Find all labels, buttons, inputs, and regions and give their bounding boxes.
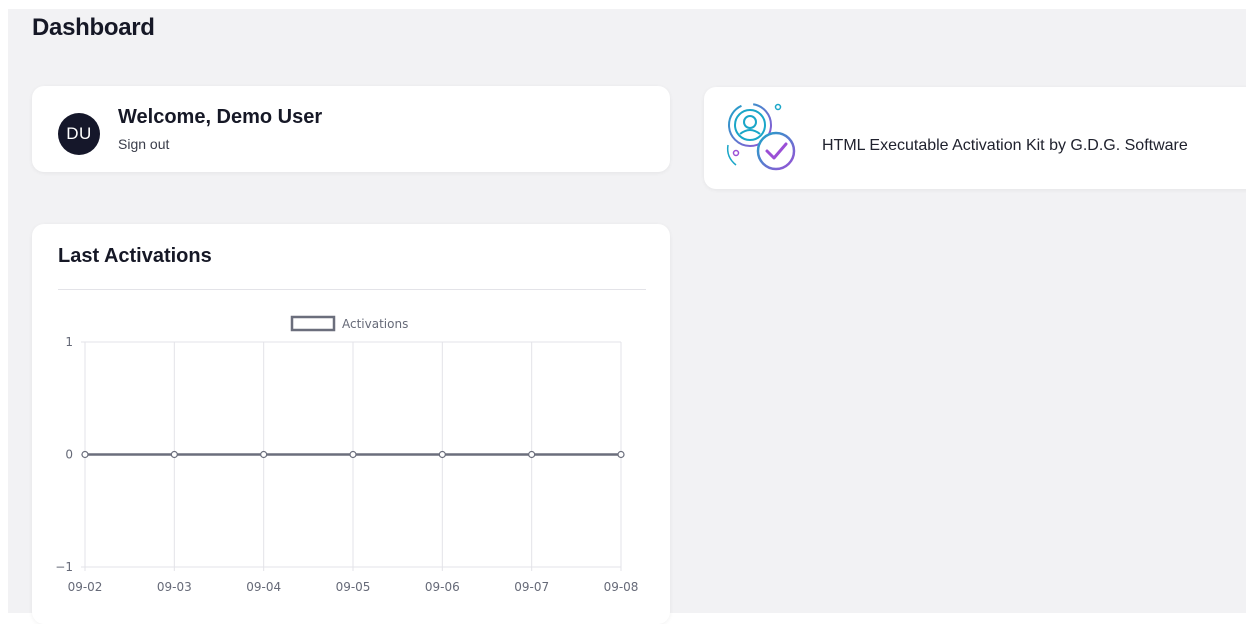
x-tick-label: 09-03 — [157, 580, 192, 594]
sign-out-link[interactable]: Sign out — [118, 136, 169, 152]
avatar: DU — [58, 113, 100, 155]
y-tick-label: 0 — [65, 448, 73, 462]
x-tick-label: 09-05 — [336, 580, 371, 594]
y-tick-label: −1 — [55, 560, 73, 574]
data-point — [260, 450, 268, 459]
data-point — [528, 450, 536, 459]
x-tick-label: 09-06 — [425, 580, 460, 594]
activations-chart: 09-02 09-03 09-04 09-05 09-06 09-07 09-08 1 0 −1 A… — [55, 315, 639, 594]
product-name: HTML Executable Activation Kit by G.D.G.… — [822, 137, 1188, 154]
legend-swatch — [290, 315, 336, 332]
data-point — [349, 450, 357, 459]
x-tick-label: 09-02 — [68, 580, 103, 594]
x-tick-label: 09-07 — [514, 580, 549, 594]
data-point — [438, 450, 446, 459]
data-point — [170, 450, 178, 459]
welcome-card: DU Welcome, Demo User Sign out — [32, 86, 670, 172]
welcome-title: Welcome, Demo User — [118, 106, 323, 128]
x-tick-label: 09-08 — [604, 580, 639, 594]
last-activations-card: Last Activations 09-02 09-03 09-04 09-05 09-… — [32, 224, 670, 624]
legend-label: Activations — [342, 317, 408, 331]
page-title: Dashboard — [32, 14, 155, 41]
product-card[interactable]: HTML Executable Activation Kit by G.D.G.… — [704, 87, 1246, 189]
x-tick-label: 09-04 — [246, 580, 281, 594]
activation-kit-icon — [726, 103, 796, 171]
y-tick-label: 1 — [65, 335, 73, 349]
data-point — [617, 450, 625, 459]
data-point — [81, 450, 89, 459]
dashboard-page: Dashboard DU Welcome, Demo User Sign out… — [8, 9, 1246, 624]
